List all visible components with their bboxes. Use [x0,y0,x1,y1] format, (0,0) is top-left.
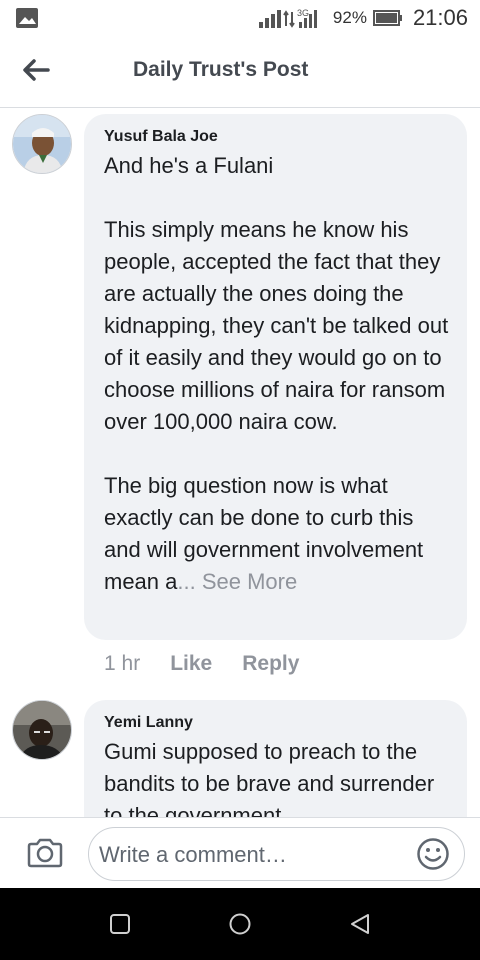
battery-percent: 92% [332,8,367,27]
back-arrow-icon[interactable] [20,56,52,84]
home-icon[interactable] [228,912,252,936]
comment-actions: 1 hr Like Reply [104,652,299,676]
recent-apps-icon[interactable] [108,912,132,936]
camera-icon[interactable] [26,837,64,869]
comment-bubble[interactable]: Yemi Lanny Gumi supposed to preach to th… [84,700,467,818]
comment-body-text: And he's a Fulani This simply means he k… [104,153,449,594]
status-bar: 3G 92% 21:06 [0,0,480,36]
reply-button[interactable]: Reply [242,652,299,676]
comment-composer: Write a comment… [0,817,480,888]
comment-time: 1 hr [104,652,141,675]
nav-back-icon[interactable] [348,912,372,936]
comment-text: Gumi supposed to preach to the bandits t… [104,739,441,818]
network-type: 3G [297,8,309,18]
emoji-icon[interactable] [416,837,450,871]
signal-icon: 3G [258,8,317,28]
like-button[interactable]: Like [170,652,212,676]
comment-input-placeholder: Write a comment… [99,842,287,867]
avatar[interactable] [12,700,72,760]
clock: 21:06 [412,5,468,30]
avatar[interactable] [12,114,72,174]
gallery-icon [16,8,38,28]
see-more-link[interactable]: ... See More [177,569,297,594]
comment-input[interactable]: Write a comment… [88,827,465,881]
header: Daily Trust's Post [0,36,480,108]
comment-text: And he's a Fulani This simply means he k… [104,150,451,598]
comment-feed[interactable]: Yusuf Bala Joe And he's a Fulani This si… [0,108,480,818]
comment-author[interactable]: Yusuf Bala Joe [104,128,218,146]
battery-icon [372,10,402,26]
screen: 3G 92% 21:06 Daily Trust's Post Yusuf Ba… [0,0,480,960]
comment-author[interactable]: Yemi Lanny [104,714,193,732]
system-navigation-bar [0,888,480,960]
page-title: Daily Trust's Post [133,58,309,81]
comment-bubble[interactable]: Yusuf Bala Joe And he's a Fulani This si… [84,114,467,640]
